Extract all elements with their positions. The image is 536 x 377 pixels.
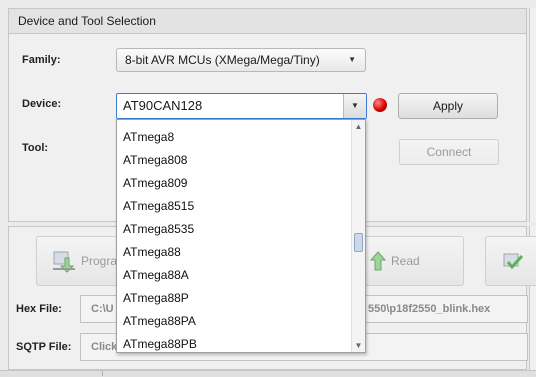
status-led-icon — [373, 98, 387, 112]
list-item[interactable]: ATmega809 — [123, 172, 187, 195]
scroll-down-icon[interactable]: ▼ — [352, 339, 365, 352]
hex-file-path-tail: 550\p18f2550_blink.hex — [368, 303, 491, 315]
family-select-value: 8-bit AVR MCUs (XMega/Mega/Tiny) — [125, 53, 320, 67]
dropdown-scrollbar[interactable]: ▲ ▼ — [351, 120, 365, 352]
read-button-label: Read — [391, 254, 420, 268]
device-label: Device: — [22, 98, 62, 110]
list-item[interactable]: ATmega88P — [123, 287, 189, 310]
sqtp-file-label: SQTP File: — [16, 341, 72, 353]
list-item[interactable]: ATmega808 — [123, 149, 187, 172]
scrollbar-thumb[interactable] — [354, 233, 363, 252]
read-button[interactable]: Read — [350, 236, 464, 286]
list-item[interactable]: ATmega88A — [123, 264, 189, 287]
tool-label: Tool: — [22, 142, 49, 154]
hex-file-label: Hex File: — [16, 303, 62, 315]
device-combo[interactable]: AT90CAN128 ▼ — [116, 93, 367, 119]
verify-button[interactable] — [485, 236, 536, 286]
bottom-tab-edge — [0, 371, 103, 376]
list-item[interactable]: ATmega8535 — [123, 218, 194, 241]
program-chip-icon — [53, 251, 75, 273]
connect-button[interactable]: Connect — [399, 139, 499, 165]
list-item[interactable]: ATmega8515 — [123, 195, 194, 218]
device-combo-value: AT90CAN128 — [123, 98, 203, 113]
verify-chip-icon — [503, 253, 524, 270]
scroll-up-icon[interactable]: ▲ — [352, 120, 365, 133]
sqtp-file-path: Click — [91, 341, 118, 353]
list-item[interactable]: ATmega88PB — [123, 333, 197, 352]
device-dropdown-button[interactable]: ▼ — [343, 94, 366, 118]
read-chip-icon — [369, 251, 387, 271]
chevron-down-icon: ▼ — [348, 55, 356, 64]
right-panel-edge — [529, 8, 536, 222]
hex-file-path: C:\U — [91, 303, 114, 315]
apply-button[interactable]: Apply — [398, 93, 498, 119]
list-item[interactable]: ATmega88 — [123, 241, 181, 264]
family-label: Family: — [22, 54, 61, 66]
list-item[interactable]: ATmega8 — [123, 126, 174, 149]
panel-title: Device and Tool Selection — [9, 9, 526, 34]
list-item[interactable]: ATmega88PA — [123, 310, 196, 333]
family-select[interactable]: 8-bit AVR MCUs (XMega/Mega/Tiny) ▼ — [116, 48, 366, 72]
device-dropdown-list[interactable]: ATmega8 ATmega808 ATmega809 ATmega8515 A… — [116, 119, 366, 353]
